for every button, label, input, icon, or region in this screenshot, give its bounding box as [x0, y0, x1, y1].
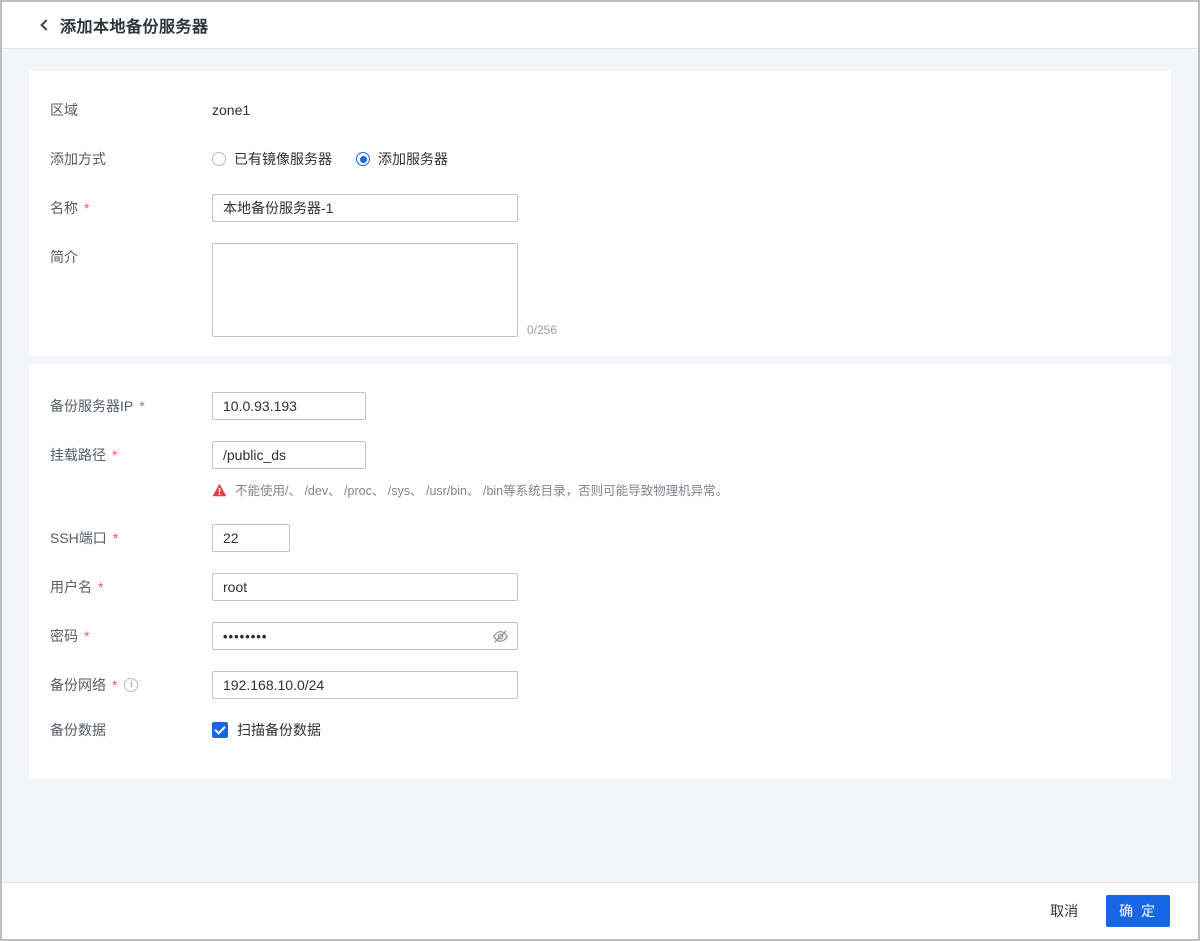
footer-action-bar: 取消 确 定 [2, 882, 1198, 939]
warning-icon [212, 483, 227, 496]
radio-existing-image-server[interactable]: 已有镜像服务器 [212, 149, 332, 169]
add-mode-label: 添加方式 [50, 151, 106, 167]
mount-path-input[interactable] [212, 441, 366, 469]
name-input[interactable] [212, 194, 518, 222]
ssh-port-input[interactable] [212, 524, 290, 552]
zone-row: 区域 zone1 [50, 96, 1150, 124]
zone-label: 区域 [50, 102, 78, 118]
description-row: 简介 0/256 [50, 243, 1150, 337]
required-asterisk: * [112, 530, 119, 546]
backup-network-label: 备份网络 * i [50, 671, 212, 699]
password-row: 密码 * [50, 622, 1150, 650]
ssh-port-row: SSH端口 * [50, 524, 1150, 552]
confirm-button[interactable]: 确 定 [1106, 895, 1170, 927]
eye-off-icon [492, 630, 508, 642]
ssh-port-label: SSH端口 * [50, 524, 212, 552]
radio-unselected-icon [212, 152, 226, 166]
chevron-left-icon [39, 19, 52, 31]
name-row: 名称 * [50, 194, 1150, 222]
name-label: 名称 * [50, 194, 212, 222]
backup-data-label: 备份数据 [50, 722, 106, 738]
page-header: 添加本地备份服务器 [2, 2, 1198, 49]
description-textarea[interactable] [212, 243, 518, 337]
char-counter: 0/256 [527, 323, 558, 337]
card-server-config: 备份服务器IP * 挂载路径 * [29, 364, 1171, 778]
required-asterisk: * [84, 200, 90, 216]
radio-selected-icon [356, 152, 370, 166]
card-basic-info: 区域 zone1 添加方式 已有镜像服务器 添加服务器 名称 * 本地备份服务器… [29, 71, 1171, 356]
server-ip-input[interactable] [212, 392, 366, 420]
server-ip-label: 备份服务器IP * [50, 392, 212, 420]
page: 添加本地备份服务器 区域 zone1 添加方式 已有镜像服务器 添加服务器 名称… [0, 0, 1200, 941]
username-row: 用户名 * [50, 573, 1150, 601]
radio-add-server[interactable]: 添加服务器 [356, 149, 448, 169]
required-asterisk: * [112, 677, 118, 693]
content: 区域 zone1 添加方式 已有镜像服务器 添加服务器 名称 * 本地备份服务器… [2, 49, 1198, 882]
backup-network-row: 备份网络 * i [50, 671, 1150, 699]
zone-value: zone1 [212, 102, 251, 118]
mount-path-row: 挂载路径 * [50, 441, 1150, 469]
required-asterisk: * [139, 398, 145, 414]
username-input[interactable] [212, 573, 518, 601]
add-mode-row: 添加方式 已有镜像服务器 添加服务器 [50, 145, 1150, 173]
backup-data-row: 备份数据 扫描备份数据 [50, 720, 1150, 740]
required-asterisk: * [112, 447, 118, 463]
info-icon[interactable]: i [124, 678, 139, 692]
required-asterisk: * [84, 628, 90, 644]
server-ip-row: 备份服务器IP * [50, 392, 1150, 420]
page-title: 添加本地备份服务器 [60, 19, 209, 36]
backup-network-input[interactable] [212, 671, 518, 699]
required-asterisk: * [98, 579, 104, 595]
mount-path-warning: 不能使用/、 /dev、 /proc、 /sys、 /usr/bin、 /bin… [212, 480, 1150, 499]
password-input[interactable] [212, 622, 518, 650]
password-label: 密码 * [50, 622, 212, 650]
add-mode-radio-group: 已有镜像服务器 添加服务器 [212, 145, 448, 173]
scan-backup-data-checkbox[interactable]: 扫描备份数据 [212, 720, 321, 740]
description-label: 简介 [50, 249, 78, 265]
back-button[interactable] [36, 17, 52, 33]
mount-path-label: 挂载路径 * [50, 441, 212, 469]
warning-text: 不能使用/、 /dev、 /proc、 /sys、 /usr/bin、 /bin… [235, 484, 729, 498]
username-label: 用户名 * [50, 573, 212, 601]
cancel-button[interactable]: 取消 [1048, 897, 1080, 925]
checkbox-checked-icon [212, 722, 228, 738]
toggle-password-visibility-button[interactable] [491, 627, 509, 645]
